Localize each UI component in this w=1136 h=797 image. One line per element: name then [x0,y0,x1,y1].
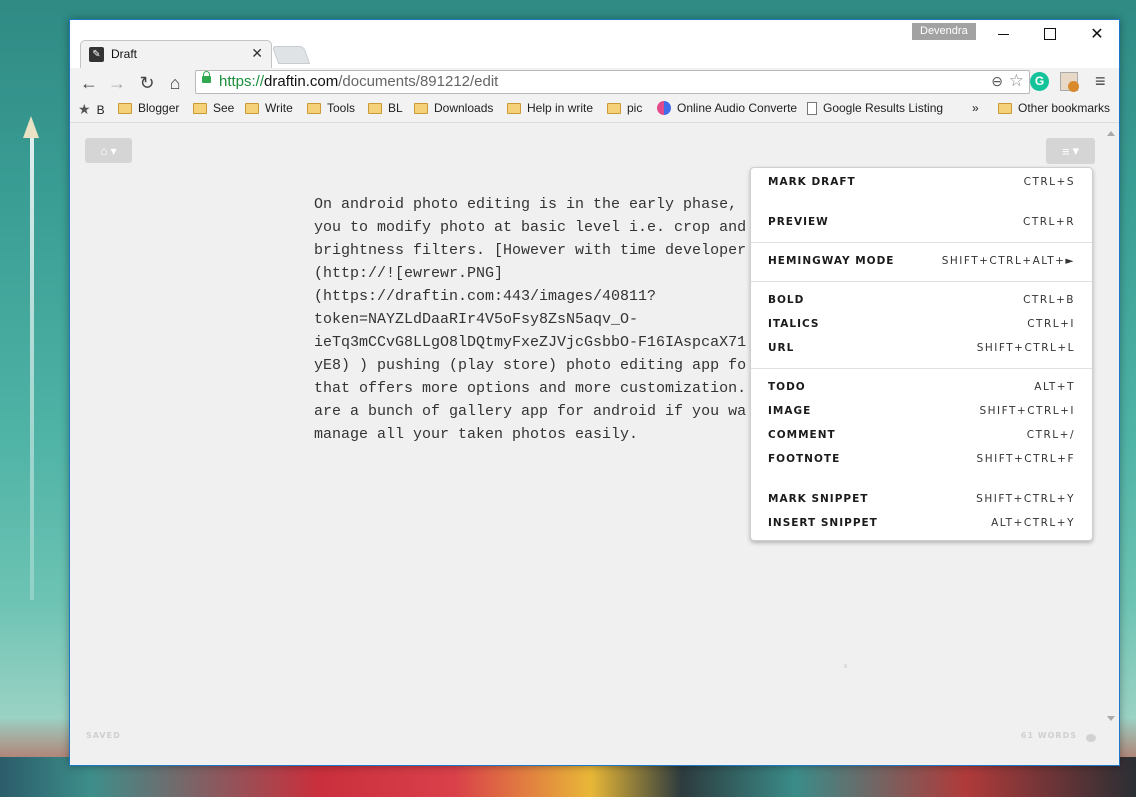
bookmark-item[interactable]: ★ B [78,101,105,118]
address-bar[interactable]: https://draftin.com/documents/891212/edi… [195,70,1030,94]
menu-item-mark-snippet[interactable]: MARK SNIPPET SHIFT+CTRL+Y [768,489,1075,509]
menu-item-comment[interactable]: COMMENT CTRL+/ [768,425,1075,445]
cursor-marker [844,664,847,668]
extension-icon[interactable] [1060,72,1079,92]
bookmark-folder[interactable]: BL [368,101,403,115]
chevron-down-icon: ▾ [1072,143,1080,158]
scroll-down-arrow[interactable] [1107,716,1115,721]
reload-button[interactable]: ↻ [136,72,158,94]
maximize-button[interactable] [1027,20,1073,48]
menu-item-image[interactable]: IMAGE SHIFT+CTRL+I [768,401,1075,421]
bookmark-star-icon[interactable]: ☆ [1009,71,1024,91]
folder-icon [193,102,207,114]
menu-item-italics[interactable]: ITALICS CTRL+I [768,314,1075,334]
menu-icon: ≡ [1061,143,1070,159]
folder-icon [414,102,428,114]
profile-button[interactable]: Devendra [912,23,976,40]
menu-divider [751,242,1092,243]
browser-toolbar: ← → ↻ ⌂ https://draftin.com/documents/89… [70,68,1119,98]
folder-icon [245,102,259,114]
close-window-button[interactable]: ✕ [1074,20,1120,48]
bookmark-item[interactable]: Online Audio Converte [657,101,797,115]
bookmark-folder[interactable]: See [193,101,234,115]
url-text[interactable]: https://draftin.com/documents/891212/edi… [219,73,498,90]
menu-item-hemingway-mode[interactable]: HEMINGWAY MODE SHIFT+CTRL+ALT+► [768,251,1075,271]
bookmark-folder[interactable]: pic [607,101,642,115]
new-tab-button[interactable] [271,46,311,64]
wallpaper-rocket-trail [30,130,34,600]
browser-window: Devendra ✕ ✎ Draft ✕ ← → ↻ ⌂ https://dra… [69,19,1120,766]
bookmark-folder[interactable]: Help in write [507,101,593,115]
page-icon [807,101,817,115]
audio-converter-icon [657,101,671,115]
editor-dropdown-menu: MARK DRAFT CTRL+S PREVIEW CTRL+R HEMINGWAY… [750,167,1093,541]
bookmarks-overflow-button[interactable]: » [972,101,979,115]
chrome-menu-icon[interactable]: ≡ [1095,71,1106,92]
minimize-button[interactable] [980,20,1026,48]
comment-icon[interactable] [1086,734,1096,742]
bookmark-item[interactable]: Google Results Listing [807,101,943,115]
tab-title: Draft [111,47,138,61]
star-icon: ★ [78,101,91,117]
lock-icon [202,71,211,83]
menu-divider [751,281,1092,282]
chevron-down-icon: ▾ [110,143,117,158]
menu-item-preview[interactable]: PREVIEW CTRL+R [768,212,1075,232]
maximize-icon [1044,28,1056,40]
menu-item-url[interactable]: URL SHIFT+CTRL+L [768,338,1075,358]
tab-close-icon[interactable]: ✕ [251,45,263,62]
folder-icon [998,102,1012,114]
menu-divider [751,368,1092,369]
folder-icon [607,102,621,114]
other-bookmarks-folder[interactable]: Other bookmarks [998,101,1110,115]
minimize-icon [997,33,1009,35]
scroll-up-arrow[interactable] [1107,131,1115,136]
menu-item-bold[interactable]: BOLD CTRL+B [768,290,1075,310]
menu-item-todo[interactable]: TODO ALT+T [768,377,1075,397]
document-editor[interactable]: On android photo editing is in the early… [314,193,754,446]
zoom-out-icon[interactable]: ⊖ [991,73,1003,90]
close-icon: ✕ [1090,26,1104,43]
forward-arrow-icon: → [108,72,126,93]
menu-item-mark-draft[interactable]: MARK DRAFT CTRL+S [768,172,1075,192]
bookmark-folder[interactable]: Tools [307,101,355,115]
folder-icon [307,102,321,114]
word-count: 61 WORDS [1020,731,1077,740]
bookmark-folder[interactable]: Write [245,101,293,115]
home-icon: ⌂ [169,72,181,93]
home-button[interactable]: ⌂ [164,72,186,94]
back-arrow-icon: ← [80,72,98,93]
menu-item-insert-snippet[interactable]: INSERT SNIPPET ALT+CTRL+Y [768,513,1075,533]
back-button[interactable]: ← [78,72,100,94]
reload-icon: ↻ [139,72,155,93]
bookmark-folder[interactable]: Downloads [414,101,493,115]
title-bar: Devendra ✕ ✎ Draft ✕ [70,20,1120,69]
menu-item-footnote[interactable]: FOOTNOTE SHIFT+CTRL+F [768,449,1075,469]
folder-icon [368,102,382,114]
tab-draft[interactable]: ✎ Draft ✕ [80,40,272,69]
bookmarks-bar: ★ B Blogger See Write Tools BL Downloads … [70,98,1119,123]
folder-icon [118,102,132,114]
wallpaper-rocket [23,116,39,138]
grammarly-extension-icon[interactable]: G [1030,72,1049,91]
home-icon: ⌂ [100,143,108,158]
draft-editor-page: ⌂ ▾ ≡ ▾ On android photo editing is in t… [70,123,1119,765]
bookmark-folder[interactable]: Blogger [118,101,179,115]
editor-menu-button[interactable]: ≡ ▾ [1046,138,1095,164]
folder-icon [507,102,521,114]
home-menu-button[interactable]: ⌂ ▾ [85,138,132,163]
save-status: SAVED [86,731,121,740]
pencil-icon: ✎ [89,47,104,62]
forward-button[interactable]: → [106,72,128,94]
